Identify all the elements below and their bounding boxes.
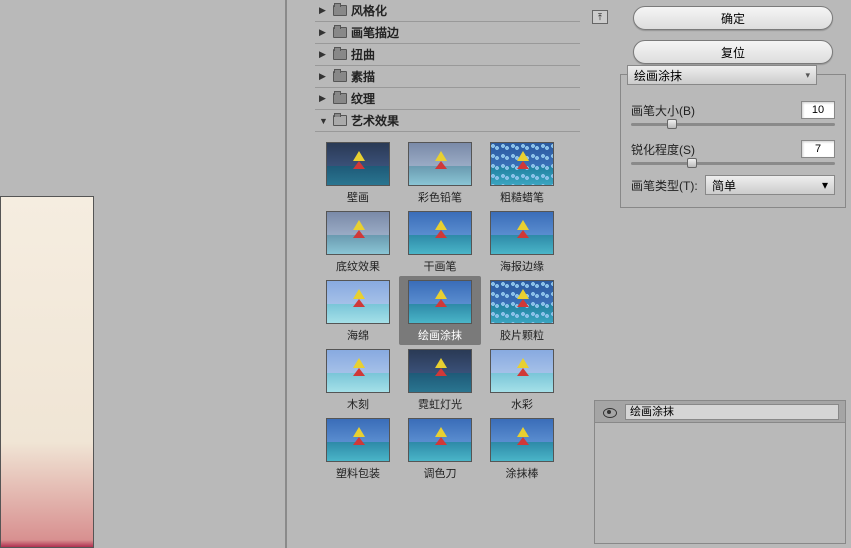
filter-thumb-label: 彩色铅笔 (418, 189, 462, 205)
category-label: 素描 (351, 68, 375, 85)
filter-thumb-label: 涂抹棒 (506, 465, 539, 481)
category-row[interactable]: ▶ 扭曲 (315, 44, 580, 66)
filter-thumb-image (408, 142, 472, 186)
triangle-right-icon: ▶ (319, 71, 329, 82)
filter-thumb[interactable]: 塑料包装 (317, 414, 399, 483)
filter-thumb[interactable]: 木刻 (317, 345, 399, 414)
filter-thumb-image (490, 418, 554, 462)
triangle-down-icon: ▼ (319, 116, 329, 126)
folder-icon (333, 5, 347, 16)
filter-thumb[interactable]: 海报边缘 (481, 207, 563, 276)
filter-thumb-label: 绘画涂抹 (418, 327, 462, 343)
filter-thumb[interactable]: 底纹效果 (317, 207, 399, 276)
ok-button[interactable]: 确定 (633, 6, 833, 30)
filter-thumb-image (326, 418, 390, 462)
filter-thumb[interactable]: 水彩 (481, 345, 563, 414)
filter-thumb-image (408, 280, 472, 324)
category-label: 风格化 (351, 2, 387, 19)
folder-icon (333, 27, 347, 38)
category-row[interactable]: ▶ 画笔描边 (315, 22, 580, 44)
filter-thumb-label: 霓虹灯光 (418, 396, 462, 412)
chevron-down-icon: ▾ (822, 178, 828, 192)
category-label: 画笔描边 (351, 24, 399, 41)
filter-thumb-image (408, 418, 472, 462)
filter-thumb-image (490, 142, 554, 186)
category-label: 艺术效果 (351, 112, 399, 129)
filter-thumb-label: 水彩 (511, 396, 533, 412)
filter-thumb[interactable]: 壁画 (317, 138, 399, 207)
filter-thumb-image (326, 349, 390, 393)
category-label: 扭曲 (351, 46, 375, 63)
category-row[interactable]: ▶ 风格化 (315, 0, 580, 22)
triangle-right-icon: ▶ (319, 49, 329, 60)
triangle-right-icon: ▶ (319, 27, 329, 38)
folder-icon (333, 115, 347, 126)
filter-thumb[interactable]: 干画笔 (399, 207, 481, 276)
filter-thumb-image (326, 142, 390, 186)
effect-layer-name: 绘画涂抹 (625, 404, 839, 420)
folder-icon (333, 71, 347, 82)
effect-layer-row[interactable]: 绘画涂抹 (595, 401, 845, 423)
brush-size-slider-thumb[interactable] (667, 119, 677, 129)
filter-thumb-image (326, 280, 390, 324)
triangle-right-icon: ▶ (319, 93, 329, 104)
filter-thumb-label: 木刻 (347, 396, 369, 412)
reset-button[interactable]: 复位 (633, 40, 833, 64)
filter-thumb-label: 海报边缘 (500, 258, 544, 274)
sharpen-slider-thumb[interactable] (687, 158, 697, 168)
filter-thumb[interactable]: 海绵 (317, 276, 399, 345)
filter-thumb-image (490, 211, 554, 255)
visibility-eye-icon[interactable] (601, 406, 617, 418)
filter-thumb[interactable]: 绘画涂抹 (399, 276, 481, 345)
filter-thumb-image (490, 280, 554, 324)
brush-type-value: 简单 (712, 177, 736, 194)
filter-thumb[interactable]: 胶片颗粒 (481, 276, 563, 345)
filter-thumb-label: 干画笔 (424, 258, 457, 274)
sharpen-input[interactable] (801, 140, 835, 158)
panel-divider[interactable] (285, 0, 287, 548)
preview-image[interactable] (0, 196, 94, 548)
filter-settings-box: 绘画涂抹 ▾ 画笔大小(B) 锐化程度(S) 画笔类型(T): 简单 ▾ (620, 74, 846, 208)
collapse-panel-button[interactable]: ⤒ (592, 10, 608, 24)
brush-size-input[interactable] (801, 101, 835, 119)
brush-size-slider[interactable] (631, 123, 835, 126)
sharpen-label: 锐化程度(S) (631, 141, 695, 158)
chevron-down-icon: ▾ (805, 70, 810, 81)
filter-dropdown-value: 绘画涂抹 (634, 67, 682, 84)
brush-type-label: 画笔类型(T): (631, 177, 698, 194)
brush-size-label: 画笔大小(B) (631, 102, 695, 119)
filter-thumb-label: 底纹效果 (336, 258, 380, 274)
category-label: 纹理 (351, 90, 375, 107)
preview-area (0, 0, 285, 548)
filter-thumb-image (408, 349, 472, 393)
settings-panel: 确定 复位 绘画涂抹 ▾ 画笔大小(B) 锐化程度(S) 画笔类型(T): 简单 (620, 6, 846, 208)
category-row[interactable]: ▶ 纹理 (315, 88, 580, 110)
category-row[interactable]: ▶ 素描 (315, 66, 580, 88)
sharpen-slider[interactable] (631, 162, 835, 165)
filter-thumb-image (490, 349, 554, 393)
filter-thumb-image (326, 211, 390, 255)
filter-thumb-label: 调色刀 (424, 465, 457, 481)
effect-layers-panel: 绘画涂抹 (594, 400, 846, 544)
category-row[interactable]: ▼ 艺术效果 (315, 110, 580, 132)
folder-icon (333, 93, 347, 104)
folder-icon (333, 49, 347, 60)
filter-thumb-label: 塑料包装 (336, 465, 380, 481)
triangle-right-icon: ▶ (319, 5, 329, 16)
filter-category-panel: ▶ 风格化 ▶ 画笔描边 ▶ 扭曲 ▶ 素描 ▶ 纹理 ▼ 艺术效果 壁画 彩色铅笔 粗糙蜡笔底纹效果 干画… (315, 0, 580, 548)
filter-thumb-label: 胶片颗粒 (500, 327, 544, 343)
filter-thumb-image (408, 211, 472, 255)
brush-type-dropdown[interactable]: 简单 ▾ (705, 175, 835, 195)
filter-thumb-label: 壁画 (347, 189, 369, 205)
filter-dropdown[interactable]: 绘画涂抹 ▾ (627, 65, 817, 85)
filter-thumb[interactable]: 粗糙蜡笔 (481, 138, 563, 207)
filter-thumb[interactable]: 彩色铅笔 (399, 138, 481, 207)
filter-thumb-label: 粗糙蜡笔 (500, 189, 544, 205)
filter-gallery: 壁画 彩色铅笔 粗糙蜡笔底纹效果 干画笔 海报边缘海绵 绘画涂抹 胶片颗粒木刻 霓虹灯光 水彩塑… (315, 132, 580, 489)
filter-thumb[interactable]: 涂抹棒 (481, 414, 563, 483)
filter-thumb-label: 海绵 (347, 327, 369, 343)
filter-thumb[interactable]: 霓虹灯光 (399, 345, 481, 414)
filter-thumb[interactable]: 调色刀 (399, 414, 481, 483)
